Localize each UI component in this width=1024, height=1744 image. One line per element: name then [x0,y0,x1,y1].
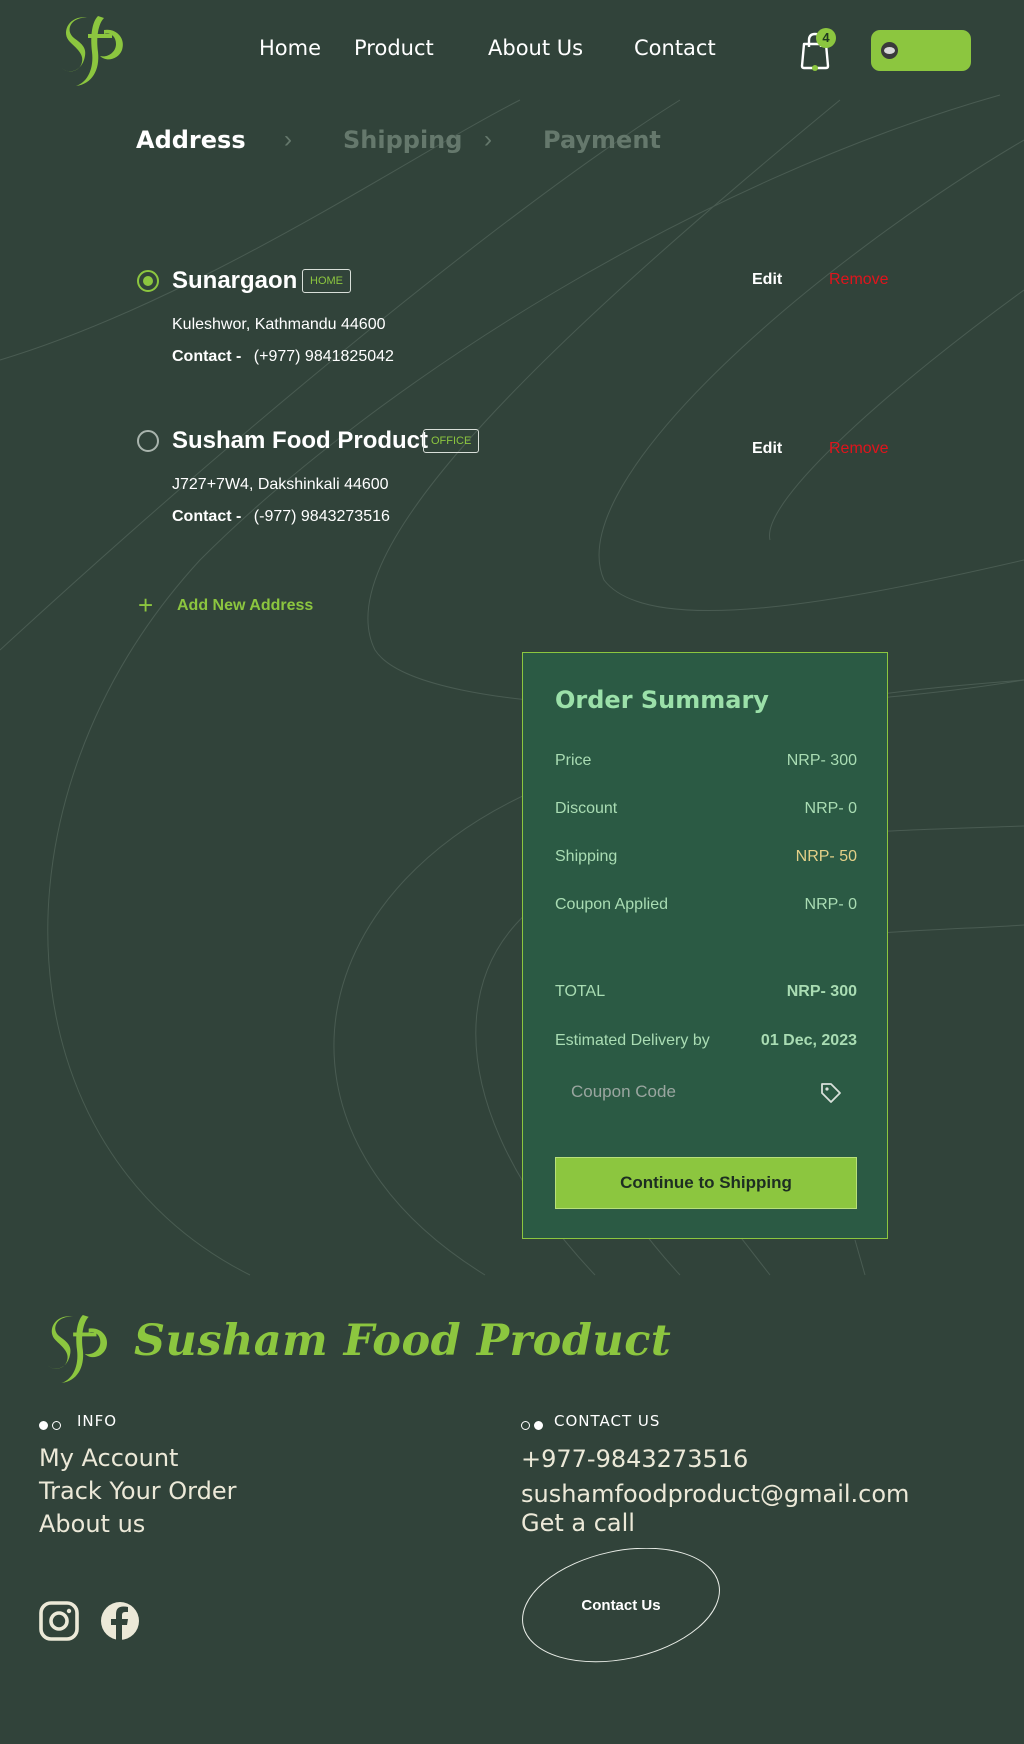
step-payment[interactable]: Payment [543,126,661,154]
footer-link-about-us[interactable]: About us [39,1510,145,1538]
footer-link-my-account[interactable]: My Account [39,1444,178,1472]
footer-email: sushamfoodproduct@gmail.com [521,1480,910,1508]
address-tag-home: HOME [302,269,351,293]
edit-address-button[interactable]: Edit [752,271,782,289]
footer-logo[interactable] [44,1310,112,1386]
order-summary-title: Order Summary [555,686,769,714]
summary-row-total: TOTAL NRP- 300 [555,983,857,1001]
summary-row-coupon: Coupon Applied NRP- 0 [555,896,857,914]
cart-count-badge: 4 [816,28,836,48]
nav-about-us[interactable]: About Us [488,36,583,60]
section-dots [39,1417,65,1435]
remove-address-button[interactable]: Remove [829,440,889,458]
summary-value: NRP- 0 [804,896,857,913]
address-name: Sunargaon [172,267,298,294]
address-tag-office: OFFICE [423,429,480,453]
coupon-code-input[interactable] [555,1071,857,1113]
cart-indicator-dot [812,65,818,71]
get-a-call-link[interactable]: Get a call [521,1509,635,1537]
contact-heading: CONTACT US [554,1412,661,1430]
delivery-date: 01 Dec, 2023 [760,1032,857,1049]
tag-icon[interactable] [819,1081,843,1105]
step-address[interactable]: Address [136,126,246,154]
summary-value: NRP- 50 [795,848,857,865]
footer-brand-name: Susham Food Product [134,1316,672,1366]
contact-phone: (-977) 9843273516 [253,508,390,525]
section-dots [521,1417,547,1435]
remove-address-button[interactable]: Remove [829,271,889,289]
summary-value: NRP- 300 [786,752,857,769]
nav-contact[interactable]: Contact [634,36,716,60]
user-avatar [881,42,898,59]
chevron-right-icon: › [484,126,492,153]
address-contact: Contact - (-977) 9843273516 [172,508,390,526]
edit-address-button[interactable]: Edit [752,440,782,458]
summary-label: Coupon Applied [555,896,668,913]
footer-phone: +977-9843273516 [521,1445,749,1473]
profile-button[interactable] [871,30,971,71]
contact-label: Contact - [172,348,242,365]
nav-home[interactable]: Home [259,36,321,60]
address-radio[interactable] [137,430,159,452]
summary-label: Price [555,752,592,769]
contact-label: Contact - [172,508,242,525]
delivery-label: Estimated Delivery by [555,1032,710,1049]
address-name: Susham Food Product [172,427,429,454]
summary-row-delivery: Estimated Delivery by 01 Dec, 2023 [555,1032,857,1050]
summary-value: NRP- 0 [804,800,857,817]
contact-us-button[interactable]: Contact Us [521,1548,721,1663]
logo[interactable] [58,12,128,88]
contact-us-label: Contact Us [581,1597,661,1614]
summary-row-shipping: Shipping NRP- 50 [555,848,857,866]
plus-icon: + [138,590,154,620]
summary-label: Shipping [555,848,618,865]
total-value: NRP- 300 [786,983,857,1000]
summary-label: Discount [555,800,618,817]
address-line: Kuleshwor, Kathmandu 44600 [172,316,386,333]
total-label: TOTAL [555,983,606,1000]
coupon-field [555,1071,857,1113]
contact-phone: (+977) 9841825042 [253,348,394,365]
address-contact: Contact - (+977) 9841825042 [172,348,394,366]
continue-to-shipping-button[interactable]: Continue to Shipping [555,1157,857,1209]
facebook-icon[interactable] [100,1601,140,1641]
instagram-icon[interactable] [39,1601,79,1641]
address-line: J727+7W4, Dakshinkali 44600 [172,476,389,493]
summary-row-price: Price NRP- 300 [555,752,857,770]
footer-link-track-order[interactable]: Track Your Order [39,1477,237,1505]
order-summary-card: Order Summary Price NRP- 300 Discount NR… [522,652,888,1239]
nav-product[interactable]: Product [354,36,434,60]
step-shipping[interactable]: Shipping [343,126,462,154]
chevron-right-icon: › [284,126,292,153]
address-radio-selected[interactable] [137,270,159,292]
add-new-address-label: Add New Address [177,597,314,614]
summary-row-discount: Discount NRP- 0 [555,800,857,818]
info-heading: INFO [77,1412,118,1430]
